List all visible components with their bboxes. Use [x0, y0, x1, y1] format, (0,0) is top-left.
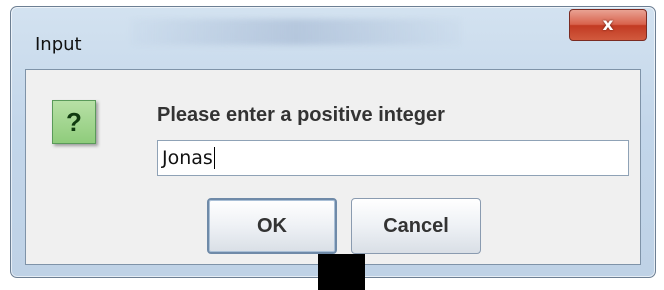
text-caret	[213, 147, 215, 169]
dialog-title: Input	[35, 34, 82, 55]
title-bar[interactable]: Input x	[11, 7, 655, 69]
integer-input-field[interactable]: Jonas	[157, 140, 629, 176]
close-icon: x	[602, 15, 614, 35]
input-dialog: Input x ? Please enter a positive intege…	[10, 6, 656, 278]
dialog-content: ? Please enter a positive integer Jonas …	[25, 69, 641, 265]
black-square-overlay	[318, 254, 365, 290]
close-button[interactable]: x	[569, 9, 647, 41]
ok-button[interactable]: OK	[207, 198, 337, 254]
prompt-label: Please enter a positive integer	[157, 104, 445, 126]
cancel-button[interactable]: Cancel	[351, 198, 481, 254]
input-value: Jonas	[162, 147, 213, 169]
blurred-title-overlay	[131, 19, 461, 45]
question-icon: ?	[52, 100, 96, 144]
